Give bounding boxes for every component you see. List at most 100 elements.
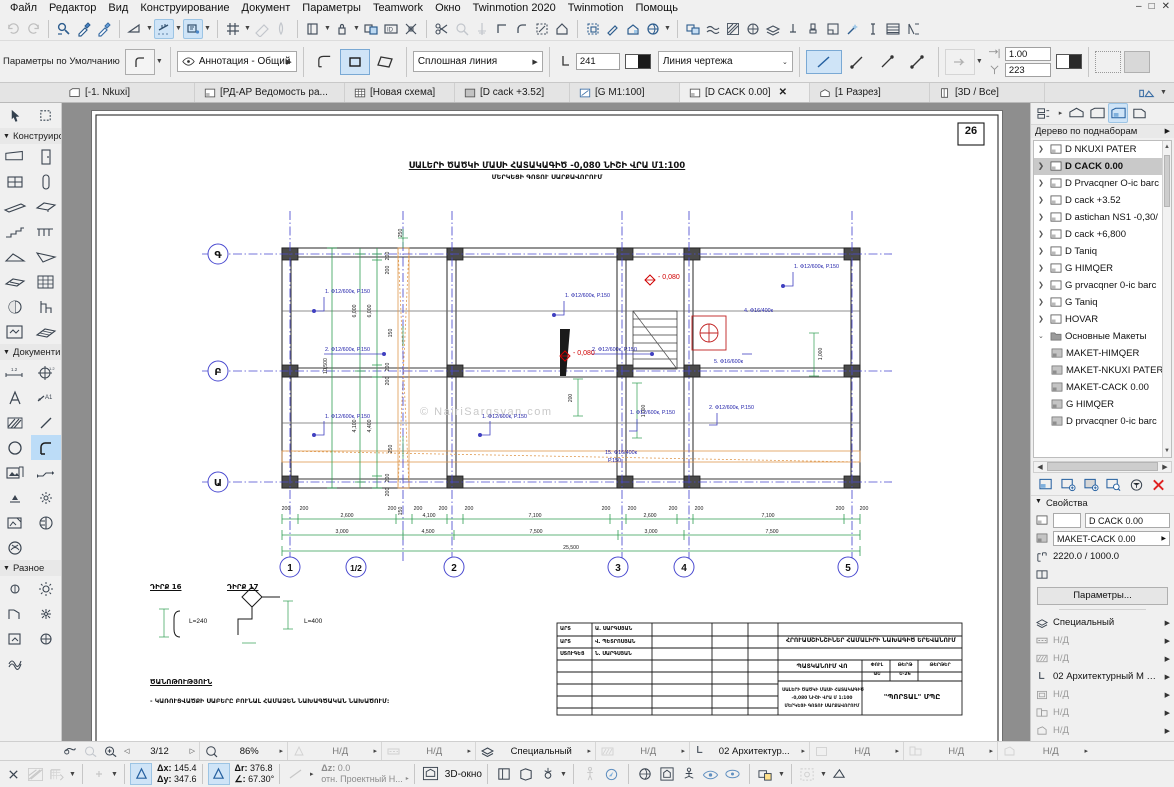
zoom-in-icon[interactable] [100, 741, 120, 761]
page-navigator[interactable]: ◁ 3/12 ▷ [120, 741, 200, 761]
menu-item-teamwork[interactable]: Teamwork [367, 0, 429, 17]
offset-field-1[interactable]: 1.00 [1004, 46, 1051, 61]
solid-icon[interactable] [552, 19, 572, 39]
publisher-icon[interactable] [1129, 103, 1149, 123]
marionette-icon[interactable] [678, 763, 700, 785]
chevron-right-icon[interactable]: ▸ [895, 747, 899, 755]
update-icon[interactable] [1126, 475, 1146, 495]
tab-new-schedule[interactable]: [Новая схема] [345, 83, 455, 102]
line-icon[interactable] [285, 763, 307, 785]
arrow-right-icon[interactable] [944, 48, 975, 75]
brush-icon[interactable] [803, 19, 823, 39]
polar-coords[interactable]: Δr: 376.8 ∠: 67.30° [230, 763, 275, 785]
chevron-right-icon[interactable]: ▶ [532, 58, 537, 66]
palette-group-design[interactable]: ▼ Конструирование [0, 128, 61, 144]
walk-icon[interactable] [579, 763, 601, 785]
zoom-level-cell[interactable]: 86% ▸ [200, 741, 288, 761]
layout-name-row[interactable]: D CACK 0.00 [1031, 512, 1174, 530]
chevron-right-icon[interactable]: ❯ [1038, 196, 1046, 204]
figure-tool-icon[interactable] [31, 626, 62, 651]
menu-item-help[interactable]: Помощь [629, 0, 684, 17]
chevron-down-icon[interactable]: ▼ [323, 19, 332, 39]
snap-guide-icon[interactable] [252, 19, 272, 39]
teamwork-icon[interactable] [683, 19, 703, 39]
chevron-right-icon[interactable]: ▸ [279, 747, 283, 755]
stair-tool-icon[interactable] [0, 219, 31, 244]
palette-group-document[interactable]: ▼ Документирование [0, 344, 61, 360]
delta-icon[interactable] [130, 763, 152, 785]
column-tool-icon[interactable] [31, 169, 62, 194]
chevron-right-icon[interactable]: ❯ [1038, 145, 1046, 153]
morph-tool-icon[interactable] [0, 294, 31, 319]
interior-elevation-tool-icon[interactable] [31, 510, 62, 535]
composite-cell[interactable]: Н/Д ▸ [904, 741, 998, 761]
home-3d-icon[interactable] [656, 763, 678, 785]
fill-row[interactable]: Н/Д ▶ [1031, 650, 1174, 668]
fill-tool-icon[interactable] [0, 410, 31, 435]
chevron-down-icon[interactable]: ⌄ [782, 58, 788, 66]
zone-tool-icon[interactable] [0, 319, 31, 344]
skylight-tool-icon[interactable] [31, 319, 62, 344]
variables-icon[interactable] [903, 19, 923, 39]
trace-icon[interactable] [828, 763, 850, 785]
dimension-icon[interactable] [783, 19, 803, 39]
navigator-mode-icon[interactable] [1033, 103, 1055, 123]
chevron-down-icon[interactable]: ▼ [145, 19, 154, 39]
perspective-icon[interactable] [515, 763, 537, 785]
new-layout-icon[interactable] [1036, 475, 1056, 495]
close-window-button[interactable]: ✕ [1162, 1, 1170, 13]
elevation-icon[interactable] [303, 19, 323, 39]
tab-nkuxi[interactable]: [-1. Nkuxi] [60, 83, 195, 102]
hotspot-tool-icon[interactable] [0, 626, 31, 651]
chevron-right-icon[interactable]: ❯ [1038, 213, 1046, 221]
chevron-down-icon[interactable]: ▼ [1159, 83, 1168, 103]
globe-icon[interactable] [643, 19, 663, 39]
chevron-down-icon[interactable]: ▼ [110, 764, 119, 784]
orbit-icon[interactable] [537, 763, 559, 785]
chevron-down-icon[interactable]: ▼ [203, 19, 212, 39]
arrow-start-icon[interactable] [842, 49, 872, 75]
arrow-both-icon[interactable] [902, 49, 932, 75]
label-icon[interactable] [183, 18, 203, 39]
profile-cell[interactable]: Н/Д ▸ [998, 742, 1092, 761]
id-icon[interactable]: ID [381, 19, 401, 39]
grid-snap-icon[interactable] [223, 19, 243, 39]
beam-tool-icon[interactable] [0, 194, 31, 219]
tree-node-g-himqer-master[interactable]: G HIMQER [1034, 396, 1171, 413]
navigator-preview-icon[interactable] [1137, 83, 1157, 103]
redo-icon[interactable] [23, 19, 43, 39]
pen-color-swatch[interactable] [624, 54, 651, 69]
fill-cell[interactable]: Н/Д ▸ [596, 741, 690, 761]
scissors-icon[interactable] [432, 19, 452, 39]
lock-icon[interactable] [332, 19, 352, 39]
explore-icon[interactable] [601, 763, 623, 785]
eye-sun-icon[interactable] [700, 763, 722, 785]
building-material-row[interactable]: Н/Д ▶ [1031, 686, 1174, 704]
text-cursor-icon[interactable] [863, 19, 883, 39]
paint-icon[interactable] [603, 19, 623, 39]
layout-canvas[interactable]: 1 1/2 2 3 4 5 Գ Բ Ա 200 200 200 200 200 … [62, 103, 1030, 741]
pen-set-cell[interactable]: 02 Архитектур... ▸ [690, 741, 810, 761]
tree-node-d-cack-6800[interactable]: ❯ D cack +6,800 [1034, 226, 1171, 243]
ortho-icon[interactable] [24, 763, 46, 785]
scribble-tool-icon[interactable] [0, 651, 31, 676]
tree-node-d-prvacqner[interactable]: ❯ D Prvacqner O-ic barc [1034, 175, 1171, 192]
chevron-right-icon[interactable]: ❯ [1038, 264, 1046, 272]
render-icon[interactable] [743, 19, 763, 39]
scroll-right-icon[interactable]: ▶ [1159, 463, 1171, 471]
chevron-right-icon[interactable]: ▸ [307, 764, 316, 784]
chevron-right-icon[interactable]: ▸ [1056, 103, 1065, 123]
menu-item-twinmotion-2020[interactable]: Twinmotion 2020 [467, 0, 562, 17]
arrow-tool-icon[interactable] [0, 103, 31, 128]
line-category-combo[interactable]: Линия чертежа ⌄ [657, 51, 793, 72]
slab-tool-icon[interactable] [31, 194, 62, 219]
text-tool-icon[interactable] [0, 385, 31, 410]
polyline-tool-icon[interactable] [124, 48, 155, 75]
eyedropper-icon[interactable] [74, 19, 94, 39]
eye-icon[interactable] [722, 763, 744, 785]
delete-icon[interactable] [1149, 475, 1169, 495]
snap-point-icon[interactable] [88, 763, 110, 785]
find-layout-icon[interactable] [1104, 475, 1124, 495]
chevron-down-icon[interactable]: ▼ [352, 19, 361, 39]
tree-horizontal-scrollbar[interactable]: ◀ ▶ [1033, 460, 1172, 473]
